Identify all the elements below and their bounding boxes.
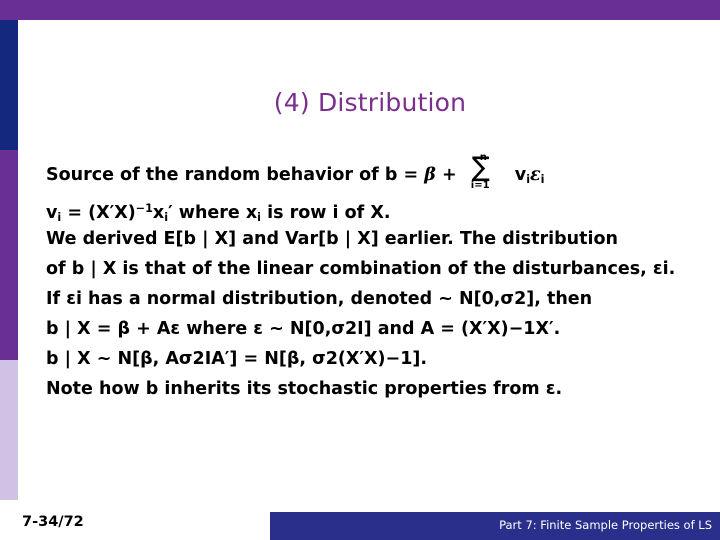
body-line-5: If εi has a normal distribution, denoted… (46, 289, 593, 309)
top-purple-bar (0, 0, 720, 20)
line2-X2: X (114, 202, 128, 223)
body-line-4: of b | X is that of the linear combinati… (46, 259, 676, 279)
body-line-3: We derived E[b | X] and Var[b | X] earli… (46, 229, 618, 249)
summation-symbol: n ∑ i=1 (463, 152, 515, 191)
left-blue-bar (0, 20, 18, 150)
line1-plus: + (435, 165, 463, 185)
line2-X1: X (96, 202, 110, 223)
page-title: (4) Distribution (273, 88, 467, 117)
sum-lower-limit: i=1 (470, 180, 490, 191)
line2-where: where (172, 202, 246, 223)
line2-X3: X (370, 202, 384, 223)
line1-b: b (384, 165, 398, 185)
left-purple-bar (0, 150, 18, 360)
slide-body: Source of the random behavior of b = β +… (46, 152, 706, 404)
line1-text-a: Source of the random behavior of (46, 165, 385, 185)
top-left-purple-stripe (18, 0, 34, 20)
line2-dot: . (383, 202, 391, 223)
line1-epsilon: ε (530, 165, 541, 185)
line2-x: x (152, 202, 165, 223)
line2-x2: x (245, 202, 258, 223)
line2-eq: = ( (61, 202, 97, 223)
body-line-1: Source of the random behavior of b = β +… (46, 152, 706, 194)
body-line-7: b | X ~ N[β, Aσ2IA′] = N[β, σ2(X′X)−1]. (46, 349, 428, 369)
body-line-2: vi = (X′X)−1xi′ where xi is row i of X. (46, 194, 706, 224)
page-number: 7-34/72 (22, 514, 84, 530)
line2-close: ) (127, 202, 136, 223)
line2-exponent: −1 (135, 202, 153, 215)
body-line-8: Note how b inherits its stochastic prope… (46, 379, 563, 399)
line1-eq: = (397, 165, 425, 185)
line2-isrow: is row (261, 202, 333, 223)
line1-beta: β (424, 165, 436, 185)
footer-caption: Part 7: Finite Sample Properties of LS (499, 518, 712, 532)
left-lavender-bar (0, 360, 18, 500)
body-line-6: b | X = β + Aε where ε ~ N[0,σ2I] and A … (46, 319, 561, 339)
line1-eps-sub: i (540, 173, 545, 187)
line2-of: of (338, 202, 371, 223)
line2-v: v (46, 202, 58, 223)
left-white-bar (0, 500, 18, 540)
line1-v: v (514, 165, 527, 185)
